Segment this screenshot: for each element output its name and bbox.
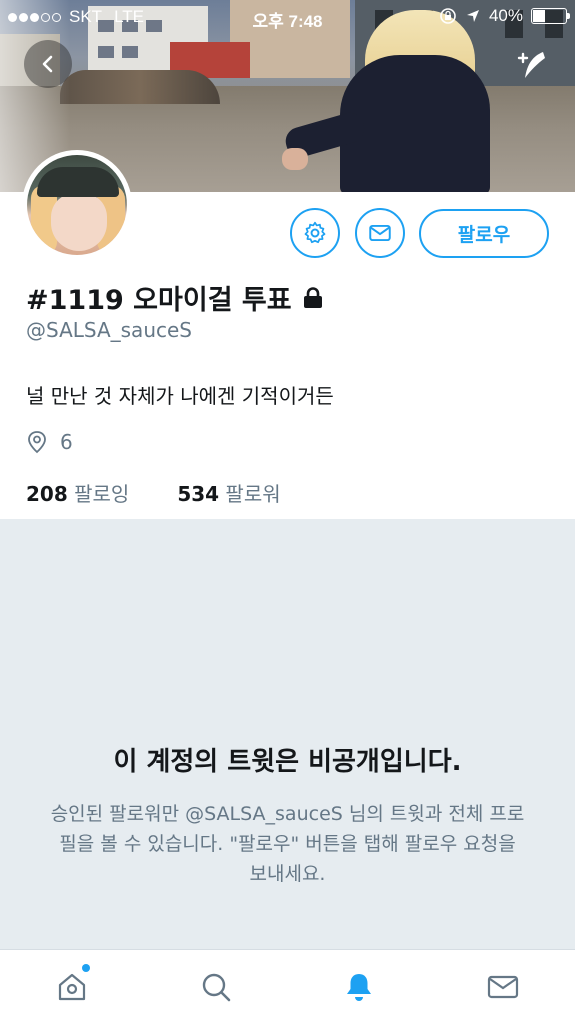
following-label: 팔로잉 <box>74 482 130 506</box>
search-icon <box>202 973 230 1002</box>
avatar[interactable] <box>22 150 132 260</box>
mail-icon <box>488 975 519 999</box>
tab-notifications[interactable] <box>288 950 432 1024</box>
profile-location: 6 <box>26 430 73 454</box>
battery-icon <box>531 8 570 24</box>
tab-search[interactable] <box>144 950 288 1024</box>
home-icon <box>58 973 85 1001</box>
tab-messages[interactable] <box>431 950 575 1024</box>
follow-counts: 208 팔로잉 534 팔로워 <box>26 478 281 507</box>
follow-button[interactable]: 팔로우 <box>419 209 549 258</box>
chevron-left-icon <box>42 55 53 73</box>
location-text: 6 <box>60 430 73 454</box>
following-count: 208 <box>26 482 68 506</box>
protected-tweets-notice: 이 계정의 트윗은 비공개입니다. 승인된 팔로워만 @SALSA_sauceS… <box>0 519 575 949</box>
direct-message-button[interactable] <box>355 208 405 258</box>
gear-icon <box>304 221 326 244</box>
lock-icon <box>303 286 322 308</box>
back-button[interactable] <box>24 40 72 88</box>
profile-name-row: #1119 오마이걸 투표 <box>26 278 324 317</box>
compose-tweet-icon <box>517 52 545 78</box>
bottom-tab-bar <box>0 949 575 1024</box>
tab-home[interactable] <box>0 950 144 1024</box>
followers-count-link[interactable]: 534 팔로워 <box>177 478 280 507</box>
notification-dot <box>82 964 90 972</box>
bell-icon <box>347 974 372 1001</box>
followers-count: 534 <box>177 482 220 506</box>
battery-percent: 40% <box>488 6 523 25</box>
protected-description: 승인된 팔로워만 @SALSA_sauceS 님의 트윗과 전체 프로필을 볼 … <box>50 803 525 885</box>
protected-title: 이 계정의 트윗은 비공개입니다. <box>113 747 462 777</box>
status-bar: SKT LTE 오후 7:48 40% <box>0 0 575 34</box>
following-count-link[interactable]: 208 팔로잉 <box>26 478 129 507</box>
profile-handle: @SALSA_sauceS <box>26 318 192 342</box>
rotation-lock-icon <box>440 8 456 24</box>
location-pin-icon <box>28 431 46 454</box>
followers-label: 팔로워 <box>225 482 281 506</box>
profile-name: #1119 오마이걸 투표 <box>26 285 292 316</box>
compose-tweet-button[interactable] <box>507 42 555 90</box>
profile-bio: 널 만난 것 자체가 나에겐 기적이거든 <box>26 384 334 408</box>
mail-icon <box>369 224 391 242</box>
profile-settings-button[interactable] <box>290 208 340 258</box>
location-arrow-icon <box>466 10 479 22</box>
